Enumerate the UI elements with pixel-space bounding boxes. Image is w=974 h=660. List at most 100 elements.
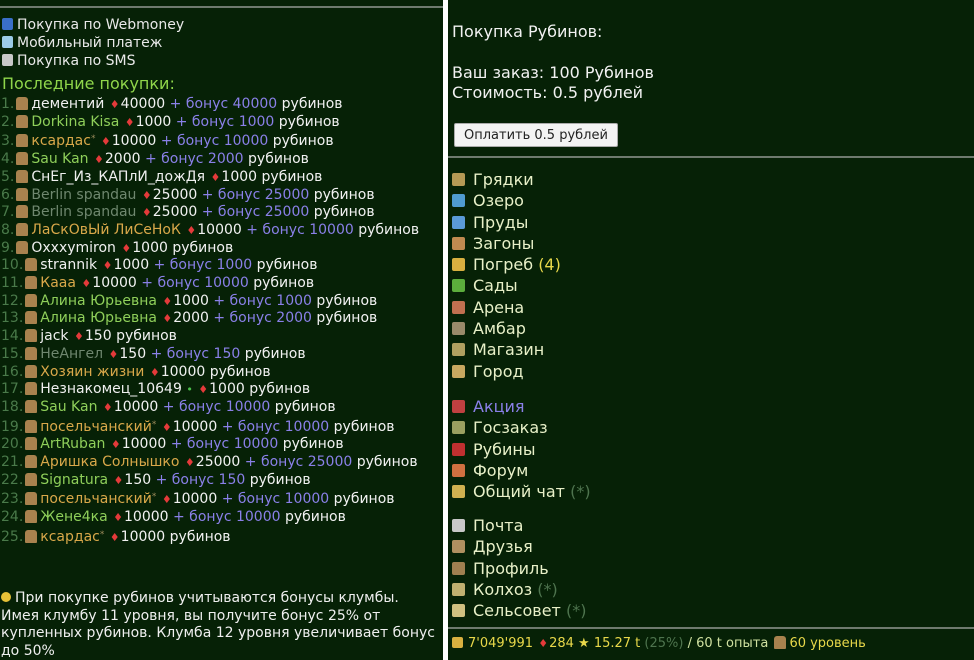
menu-item[interactable]: Загоны: [452, 234, 561, 255]
ruby-icon: ♦: [102, 400, 113, 414]
mobile-payment-link[interactable]: Мобильный платеж: [2, 34, 162, 52]
buyer-name[interactable]: Аришка Солнышко: [40, 454, 179, 470]
purchase-row: 1. дементий ♦40000 + бонус 40000 рубинов: [1, 96, 343, 112]
webmoney-icon: [2, 18, 13, 30]
ruby-icon: ♦: [162, 294, 173, 308]
buyer-name[interactable]: strannik: [40, 257, 97, 273]
purchase-row: 3. ксардас* ♦10000 + бонус 10000 рубинов: [1, 133, 334, 150]
buyer-name[interactable]: Алина Юрьевна: [40, 310, 157, 326]
buyer-name[interactable]: Кааа: [40, 275, 76, 291]
ruby-amount: 2000: [104, 151, 141, 168]
ruby-icon: ♦: [162, 312, 173, 326]
menu-item[interactable]: Арена: [452, 298, 561, 319]
menu-item[interactable]: Общий чат (*): [452, 482, 591, 503]
pay-button[interactable]: Оплатить 0.5 рублей: [454, 123, 618, 147]
level-avatar-icon: [774, 636, 787, 649]
sms-payment-link[interactable]: Покупка по SMS: [2, 52, 136, 70]
menu-item[interactable]: Профиль: [452, 559, 586, 580]
user-avatar-icon: [16, 97, 29, 110]
buyer-name[interactable]: Алина Юрьевна: [40, 293, 157, 309]
buyer-name[interactable]: jack: [40, 328, 68, 344]
user-avatar-icon: [16, 114, 29, 128]
menu-item[interactable]: Озеро: [452, 191, 561, 212]
buyer-name[interactable]: Sau Kan: [31, 151, 88, 167]
sms-icon: [2, 54, 13, 66]
buyer-name[interactable]: Berlin spandau: [31, 187, 136, 203]
menu-item[interactable]: Акция: [452, 397, 591, 418]
menu-item[interactable]: Грядки: [452, 170, 561, 191]
buyer-name[interactable]: Хозяин жизни: [40, 364, 144, 380]
menu-item[interactable]: Госзаказ: [452, 418, 591, 439]
ruby-amount: 150: [84, 328, 112, 345]
arena-icon: [452, 300, 465, 314]
menu-item[interactable]: Погреб (4): [452, 255, 561, 276]
user-avatar-icon: [16, 169, 29, 183]
menu-item[interactable]: Почта: [452, 516, 586, 537]
ruby-icon: ♦: [141, 206, 152, 220]
bonus-amount: + бонус 40000: [169, 96, 278, 112]
buyer-name[interactable]: посельчанский: [40, 419, 152, 435]
purchase-row: 25. ксардас* ♦10000 рубинов: [1, 528, 231, 545]
recent-purchases-list: 1. дементий ♦40000 + бонус 40000 рубинов 2…: [1, 96, 442, 547]
ruby-icon: ♦: [113, 473, 124, 487]
menu-item[interactable]: Рубины: [452, 440, 591, 461]
pens-icon: [452, 236, 465, 250]
menu-item[interactable]: Колхоз (*): [452, 580, 586, 601]
order-cost: Стоимость: 0.5 рублей: [452, 83, 644, 102]
star-icon: ★: [578, 636, 590, 651]
buyer-name[interactable]: ксардас: [40, 529, 100, 545]
buyer-name[interactable]: Berlin spandau: [31, 204, 136, 220]
buyer-name[interactable]: Signatura: [40, 472, 108, 488]
ruby-amount: 1000: [113, 257, 150, 274]
buyer-name[interactable]: ArtRuban: [40, 436, 105, 452]
buyer-name[interactable]: посельчанский: [40, 491, 152, 507]
user-avatar-icon: [16, 222, 29, 236]
user-avatar-icon: [25, 419, 38, 433]
menu-item[interactable]: Амбар: [452, 319, 561, 340]
ruby-amount: 150: [124, 471, 152, 488]
bonus-amount: + бонус 25000: [201, 186, 310, 203]
menu-item[interactable]: Сельсовет (*): [452, 601, 586, 622]
purchase-row: 9. Oxxxymiron ♦1000 рубинов: [1, 239, 234, 256]
rubies-icon: [452, 442, 465, 456]
bonus-amount: + бонус 2000: [144, 151, 244, 168]
menu-item[interactable]: Форум: [452, 461, 591, 482]
menu-item[interactable]: Город: [452, 362, 561, 383]
user-avatar-icon: [25, 346, 38, 360]
user-avatar-icon: [25, 276, 38, 290]
buyer-name[interactable]: Dorkina Kisa: [31, 114, 119, 130]
bonus-amount: + бонус 10000: [160, 133, 269, 150]
menu-item[interactable]: Пруды: [452, 213, 561, 234]
ruby-icon: ♦: [538, 637, 549, 650]
coins-icon: [452, 637, 463, 648]
buyer-name[interactable]: дементий: [31, 96, 104, 112]
buyer-name[interactable]: Oxxxymiron: [31, 240, 116, 256]
ruby-icon: ♦: [110, 438, 121, 452]
menu-item[interactable]: Магазин: [452, 340, 561, 361]
buyer-name[interactable]: Незнакомец_10649: [40, 381, 182, 397]
orchard-icon: [452, 279, 465, 293]
menu-item[interactable]: Друзья: [452, 537, 586, 558]
bonus-amount: + бонус 10000: [221, 491, 330, 508]
mail-icon: [452, 519, 465, 532]
bonus-amount: + бонус 10000: [170, 436, 279, 453]
buyer-name[interactable]: ксардас: [31, 133, 91, 149]
buyer-name[interactable]: СнЕг_Из_КАПлИ_дожДя: [31, 169, 205, 185]
buyer-name[interactable]: Жене4ка: [40, 509, 107, 525]
webmoney-link[interactable]: Покупка по Webmoney: [2, 16, 184, 34]
lake-icon: [452, 194, 465, 208]
bonus-amount: + бонус 10000: [173, 509, 281, 526]
buyer-name[interactable]: ЛаСкОвЫй ЛиСеНоК: [31, 222, 181, 238]
user-avatar-icon: [25, 492, 38, 506]
ruby-amount: 40000: [120, 96, 166, 112]
bonus-amount: + бонус 150: [150, 345, 241, 362]
bonus-amount: + бонус 10000: [246, 221, 354, 238]
buyer-name[interactable]: НеАнгел: [40, 346, 103, 362]
user-avatar-icon: [25, 529, 38, 543]
user-avatar-icon: [16, 152, 29, 166]
buyer-name[interactable]: Sau Kan: [40, 399, 97, 415]
user-avatar-icon: [16, 187, 29, 201]
barn-icon: [452, 322, 465, 336]
divider: [448, 627, 974, 629]
menu-item[interactable]: Сады: [452, 276, 561, 297]
